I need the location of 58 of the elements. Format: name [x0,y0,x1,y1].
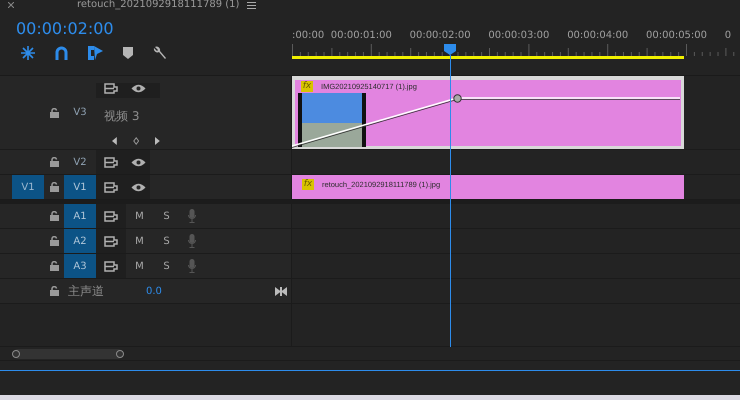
mute-toggle[interactable]: M [126,260,153,272]
track-target[interactable]: V2 [64,150,96,174]
solo-toggle[interactable]: S [153,210,180,222]
linked-selection-icon[interactable] [88,46,103,60]
track-target[interactable]: V3 [64,76,96,149]
lock-icon[interactable] [50,182,58,192]
mute-toggle[interactable]: M [126,210,153,222]
keyframe-icon[interactable] [453,94,462,103]
track-target[interactable]: A2 [64,229,96,253]
photo-placeholder [298,93,366,147]
previous-keyframe-icon[interactable] [112,136,117,146]
lock-icon[interactable] [50,108,58,118]
ruler-time-label: 0 [724,30,732,41]
track-target[interactable]: A1 [64,204,96,228]
mute-toggle[interactable]: M [126,236,153,246]
solo-toggle[interactable]: S [153,260,180,272]
ruler-time-label: 00:00:02:00 [410,30,471,41]
next-keyframe-icon[interactable] [155,136,160,146]
marker-icon[interactable] [123,47,133,59]
eye-icon[interactable] [131,158,146,166]
sync-lock-icon[interactable] [104,236,118,246]
magnet-icon[interactable] [55,46,68,60]
track-name: 视频 3 [104,108,140,125]
ruler-time-label: 00:00:04:00 [567,30,628,41]
zoom-scrollbar[interactable] [13,348,123,358]
sync-lock-icon[interactable] [104,260,118,272]
close-icon[interactable] [8,2,14,8]
scroll-handle[interactable] [12,350,20,358]
sync-lock-icon[interactable] [104,83,118,94]
fx-badge: fx [301,81,313,92]
lock-icon[interactable] [50,157,58,167]
track-target[interactable]: V1 [64,175,96,199]
menu-icon[interactable] [247,2,256,8]
lock-icon[interactable] [50,236,58,246]
lock-icon[interactable] [50,261,58,271]
sync-lock-icon[interactable] [104,182,118,192]
add-keyframe-icon[interactable] [132,136,140,146]
lock-icon[interactable] [50,211,58,221]
wrench-icon[interactable] [153,46,167,60]
ruler-time-label: 00:00:01:00 [330,30,392,41]
fx-badge: fx [302,179,314,190]
master-volume-value[interactable]: 0.0 [146,286,162,296]
scroll-handle[interactable] [116,350,124,358]
eye-icon[interactable] [131,84,146,93]
ruler-time-label: 00:00:05:00 [646,30,708,41]
sync-lock-icon[interactable] [104,156,118,168]
lock-icon[interactable] [50,286,58,296]
playhead-timecode[interactable]: 00:00:02:00 [16,19,292,39]
bowtie-icon[interactable] [274,286,287,296]
track-target[interactable]: A3 [64,254,96,278]
solo-toggle[interactable]: S [153,236,180,246]
nest-sequence-icon[interactable] [21,46,35,60]
time-ruler[interactable]: :00:00 00:00:01:00 00:00:02:00 00:00:03:00 00:00:04:00 00:00:05:00 0 [292,0,740,75]
master-track-name: 主声道 [68,282,105,300]
eye-icon[interactable] [131,182,146,192]
ruler-time-label: :00:00 [292,30,324,41]
ruler-time-label: 00:00:03:00 [488,30,550,41]
sync-lock-icon[interactable] [104,210,118,222]
